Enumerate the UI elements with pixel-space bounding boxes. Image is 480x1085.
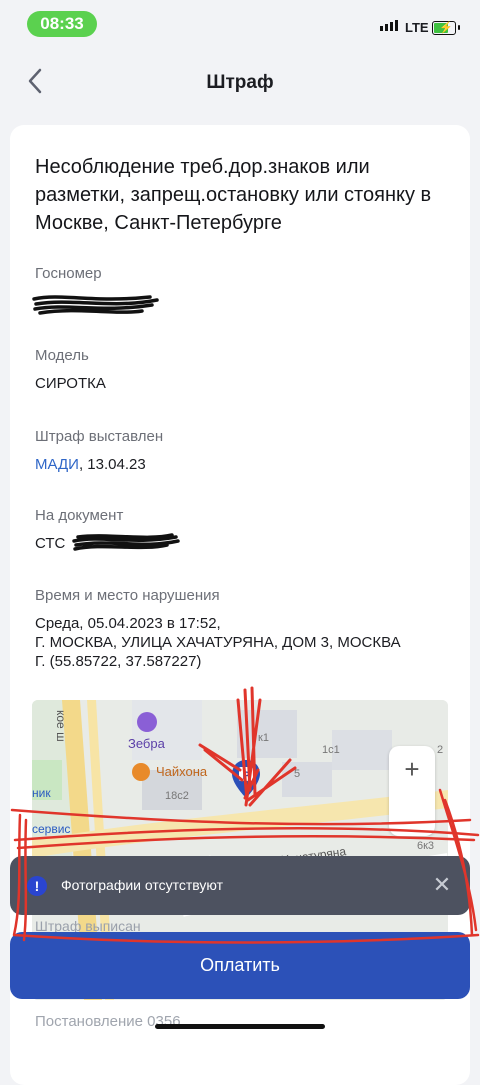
time-place-line3: Г. (55.85722, 37.587227)	[35, 653, 202, 670]
violation-location-marker-icon[interactable]: P	[230, 758, 262, 824]
document-value: СТС	[35, 535, 65, 552]
svg-text:P: P	[242, 770, 249, 782]
nav-bar: Штраф	[0, 60, 480, 104]
warning-icon: !	[27, 876, 47, 896]
map-label-zebra: Зебра	[128, 736, 165, 751]
signal-icon	[380, 20, 398, 31]
status-time: 08:33	[27, 11, 97, 37]
map-label-6k3: 6к3	[417, 840, 435, 852]
home-indicator	[155, 1024, 325, 1029]
map-label-nik: ник	[32, 786, 51, 800]
map-label-vertical-street: кое ш	[54, 710, 68, 742]
fine-title: Несоблюдение треб.дор.знаков или разметк…	[35, 156, 432, 234]
map-label-service: сервис	[32, 822, 71, 836]
map-label-2: 2	[437, 744, 444, 756]
toast-text: Фотографии отсутствуют	[61, 877, 224, 893]
redacted-plate-scribble	[32, 295, 159, 315]
document-label: На документ	[35, 507, 124, 524]
time-place-label: Время и место нарушения	[35, 587, 220, 604]
map-label-k1: к1	[258, 732, 269, 744]
status-bar: 08:33 LTE ⚡	[0, 0, 480, 50]
battery-icon: ⚡	[432, 21, 460, 35]
plate-label: Госномер	[35, 265, 102, 282]
network-type: LTE	[405, 20, 429, 35]
close-icon[interactable]: ✕	[431, 874, 453, 896]
pay-button[interactable]: Оплатить	[10, 932, 470, 999]
issued-date: , 13.04.23	[78, 456, 146, 473]
issued-by-label: Штраф выставлен	[35, 428, 164, 445]
map-label-18c2: 18с2	[165, 790, 189, 802]
model-value: СИРОТКА	[35, 375, 106, 392]
map-label-1c1: 1с1	[322, 744, 340, 756]
map-zoom-control: +	[389, 746, 435, 836]
zebra-pin-icon[interactable]	[137, 712, 157, 732]
zoom-in-button[interactable]: +	[389, 754, 435, 785]
model-label: Модель	[35, 347, 89, 364]
time-place-line2: Г. МОСКВА, УЛИЦА ХАЧАТУРЯНА, ДОМ 3, МОСК…	[35, 634, 401, 651]
map-label-5: 5	[294, 768, 301, 780]
issuer-link[interactable]: МАДИ	[35, 456, 79, 473]
toast-notification: ! Фотографии отсутствуют ✕	[10, 856, 470, 915]
page-title: Штраф	[206, 72, 274, 93]
redacted-document-scribble	[72, 533, 180, 551]
document-prefix: СТС	[35, 535, 66, 552]
issued-by-value: МАДИ, 13.04.23	[35, 456, 146, 473]
map-label-chaihona: Чайхона	[156, 764, 208, 779]
restaurant-pin-icon[interactable]	[132, 763, 150, 781]
time-place-line1: Среда, 05.04.2023 в 17:52,	[35, 615, 221, 632]
